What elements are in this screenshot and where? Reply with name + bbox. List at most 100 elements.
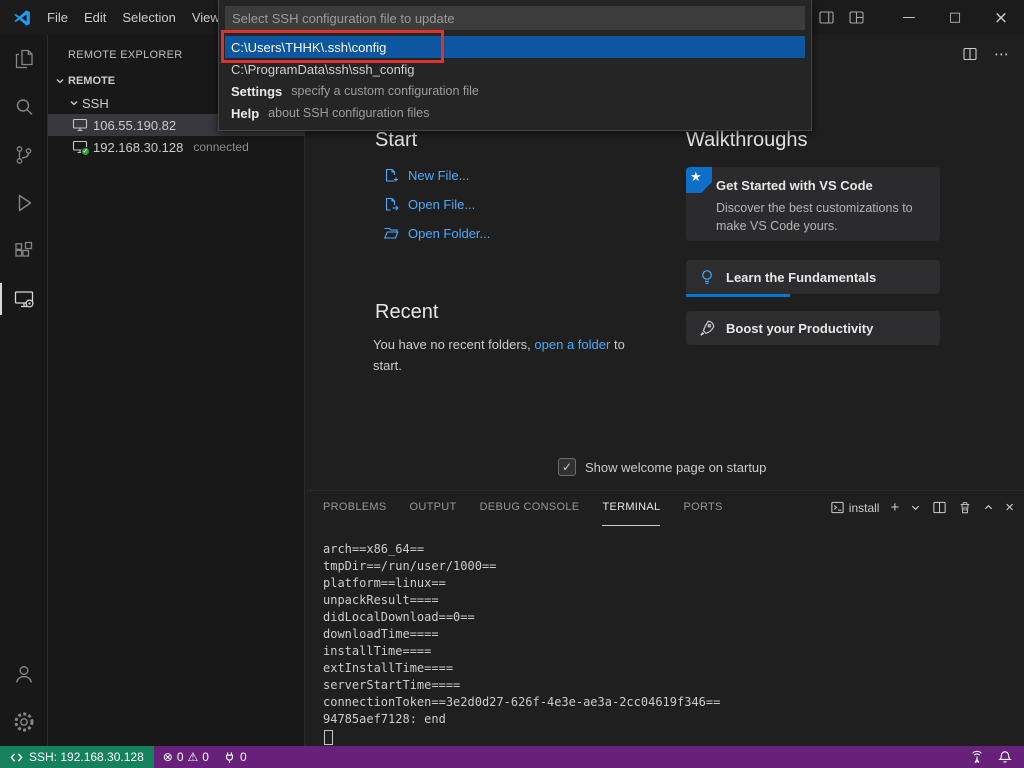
terminal-line: serverStartTime==== — [323, 677, 720, 694]
item-label: C:\ProgramData\ssh\ssh_config — [231, 62, 415, 77]
host-label: 106.55.190.82 — [93, 118, 176, 133]
check-glyph: ✓ — [562, 460, 572, 474]
new-file-link[interactable]: New File... — [383, 166, 469, 184]
terminal-line: connectionToken==3e2d0d27-626f-4e3e-ae3a… — [323, 694, 720, 711]
bell-icon[interactable] — [998, 750, 1012, 764]
recent-empty-text: You have no recent folders, open a folde… — [373, 334, 645, 377]
close-panel-icon[interactable]: × — [1005, 499, 1014, 516]
item-description: specify a custom configuration file — [291, 84, 479, 98]
quick-input-item-settings[interactable]: Settings specify a custom configuration … — [225, 80, 805, 102]
error-count: 0 — [177, 750, 184, 764]
terminal-line: arch==x86_64== — [323, 541, 720, 558]
menu-selection[interactable]: Selection — [114, 6, 183, 29]
connected-dot-icon: ✓ — [81, 147, 90, 156]
remote-explorer-sidebar: REMOTE EXPLORER REMOTE SSH 106.55.190.82… — [48, 35, 305, 746]
start-heading: Start — [375, 129, 417, 152]
toggle-secondary-sidebar-icon[interactable] — [819, 11, 834, 24]
radio-tower-icon[interactable] — [970, 750, 984, 764]
minimize-button[interactable]: — — [886, 0, 932, 35]
settings-gear-icon[interactable] — [0, 698, 48, 746]
new-file-icon — [383, 167, 399, 183]
quick-input-search[interactable] — [225, 6, 805, 30]
customize-layout-icon[interactable] — [849, 11, 864, 24]
tab-debug-console[interactable]: DEBUG CONSOLE — [480, 501, 580, 526]
rocket-icon — [698, 319, 716, 337]
tab-output[interactable]: OUTPUT — [410, 501, 457, 526]
quick-input-list: C:\Users\THHK\.ssh\config C:\ProgramData… — [225, 36, 805, 124]
start-item-label: New File... — [408, 168, 469, 183]
start-item-label: Open File... — [408, 197, 475, 212]
open-folder-link[interactable]: Open Folder... — [383, 224, 490, 242]
explorer-icon[interactable] — [0, 35, 48, 83]
tab-ports[interactable]: PORTS — [683, 501, 722, 526]
terminal-profile-label: install — [849, 501, 880, 515]
close-button[interactable]: × — [978, 0, 1024, 35]
card-title: Get Started with VS Code — [716, 178, 873, 193]
star-glyph: ★ — [690, 169, 702, 185]
ports-count: 0 — [240, 750, 247, 764]
editor-actions: ⋯ — [962, 45, 1010, 63]
sidebar-title: REMOTE EXPLORER — [68, 49, 183, 61]
maximize-panel-icon[interactable] — [983, 502, 994, 513]
remote-explorer-icon[interactable] — [0, 275, 48, 323]
extensions-icon[interactable] — [0, 227, 48, 275]
terminal-line: unpackResult==== — [323, 592, 720, 609]
ports-status[interactable]: 0 — [218, 746, 252, 768]
split-terminal-icon[interactable] — [932, 500, 947, 515]
search-icon[interactable] — [0, 83, 48, 131]
walkthrough-progress-bar — [686, 294, 790, 297]
terminal-line: 94785aef7128: end — [323, 711, 720, 728]
open-file-link[interactable]: Open File... — [383, 195, 475, 213]
tree-item-label: SSH — [82, 96, 109, 111]
maximize-button[interactable]: □ — [932, 0, 978, 35]
remote-icon — [10, 751, 23, 764]
card-description: Discover the best customizations to make… — [716, 199, 924, 235]
activity-bar-bottom — [0, 650, 48, 746]
kill-terminal-icon[interactable] — [958, 500, 972, 515]
quick-input-widget: C:\Users\THHK\.ssh\config C:\ProgramData… — [218, 0, 812, 131]
tab-problems[interactable]: PROBLEMS — [323, 501, 387, 526]
terminal-icon — [830, 500, 845, 515]
remote-indicator[interactable]: SSH: 192.168.30.128 — [0, 746, 154, 768]
menu-bar: File Edit Selection View — [39, 6, 228, 29]
walkthrough-productivity-card[interactable]: Boost your Productivity — [686, 311, 940, 345]
host-status: connected — [193, 140, 248, 154]
bottom-panel: PROBLEMS OUTPUT DEBUG CONSOLE TERMINAL P… — [306, 490, 1024, 746]
card-title: Learn the Fundamentals — [726, 270, 876, 285]
terminal-line: platform==linux== — [323, 575, 720, 592]
split-editor-icon[interactable] — [962, 46, 978, 62]
chevron-down-icon — [52, 76, 68, 86]
walkthrough-get-started-card[interactable]: ★ Get Started with VS Code Discover the … — [686, 167, 940, 241]
terminal-output[interactable]: arch==x86_64== tmpDir==/run/user/1000== … — [323, 541, 720, 745]
terminal-dropdown-icon[interactable] — [910, 502, 921, 513]
source-control-icon[interactable] — [0, 131, 48, 179]
accounts-icon[interactable] — [0, 650, 48, 698]
item-label: C:\Users\THHK\.ssh\config — [231, 40, 386, 55]
quick-input-item-programdata-config[interactable]: C:\ProgramData\ssh\ssh_config — [225, 58, 805, 80]
terminal-toolbar: install + × — [830, 499, 1014, 516]
walkthroughs-heading: Walkthroughs — [686, 129, 808, 152]
tab-terminal[interactable]: TERMINAL — [602, 501, 660, 526]
tree-item-host-2[interactable]: ✓ 192.168.30.128 connected — [48, 136, 305, 158]
terminal-line: installTime==== — [323, 643, 720, 660]
menu-file[interactable]: File — [39, 6, 76, 29]
more-actions-icon[interactable]: ⋯ — [994, 45, 1010, 63]
show-welcome-checkbox-row[interactable]: ✓ Show welcome page on startup — [558, 458, 766, 476]
problems-status[interactable]: ⊗ 0 ⚠ 0 — [158, 746, 214, 768]
walkthrough-fundamentals-card[interactable]: Learn the Fundamentals — [686, 260, 940, 294]
quick-input-item-help[interactable]: Help about SSH configuration files — [225, 102, 805, 124]
quick-input-item-user-config[interactable]: C:\Users\THHK\.ssh\config — [225, 36, 805, 58]
checkbox-checked-icon[interactable]: ✓ — [558, 458, 576, 476]
terminal-line: downloadTime==== — [323, 626, 720, 643]
menu-edit[interactable]: Edit — [76, 6, 114, 29]
recent-heading: Recent — [375, 301, 438, 324]
terminal-profile-button[interactable]: install — [830, 500, 880, 515]
run-debug-icon[interactable] — [0, 179, 48, 227]
warning-icon: ⚠ — [188, 750, 199, 764]
vm-connected-icon: ✓ — [72, 139, 88, 155]
star-badge-icon: ★ — [686, 167, 712, 193]
terminal-line: tmpDir==/run/user/1000== — [323, 558, 720, 575]
open-a-folder-link[interactable]: open a folder — [534, 337, 610, 352]
activity-bar — [0, 35, 48, 746]
new-terminal-icon[interactable]: + — [890, 499, 899, 516]
